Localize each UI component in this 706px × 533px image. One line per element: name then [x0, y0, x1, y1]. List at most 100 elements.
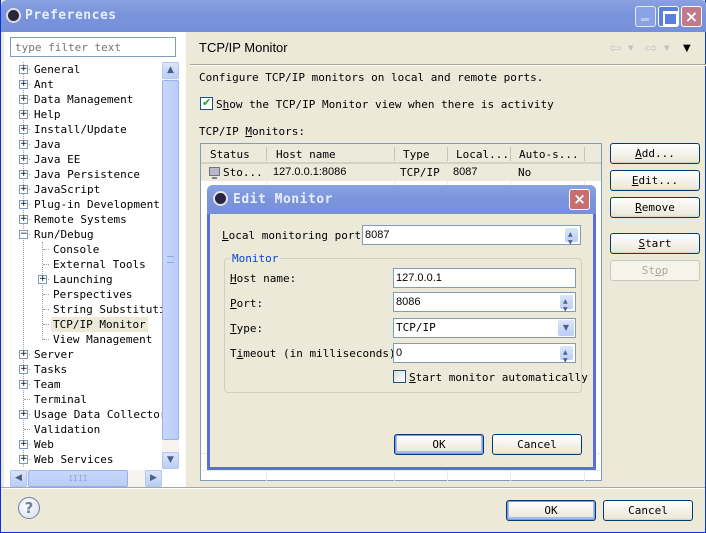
tree-item-web[interactable]: + Web	[4, 437, 162, 452]
tree-item-usage-data-collector[interactable]: + Usage Data Collector	[4, 407, 162, 422]
expand-icon[interactable]: +	[19, 365, 28, 374]
host-name-input[interactable]: 127.0.0.1	[393, 268, 576, 288]
tree-item-java-ee[interactable]: + Java EE	[4, 152, 162, 167]
chevron-down-icon[interactable]: ▼	[558, 320, 574, 336]
expand-icon[interactable]: +	[19, 140, 28, 149]
close-button[interactable]: ×	[681, 6, 702, 27]
tree-item-view-management[interactable]: View Management	[4, 332, 162, 347]
filter-input[interactable]	[10, 37, 176, 57]
tree-vertical-scrollbar[interactable]: ▲ ▼	[162, 62, 179, 469]
tree-item-external-tools[interactable]: External Tools	[4, 257, 162, 272]
add-button[interactable]: Add...	[610, 143, 700, 164]
dialog-ok-button[interactable]: OK	[394, 434, 484, 455]
expand-icon[interactable]: +	[19, 350, 28, 359]
cancel-button[interactable]: Cancel	[603, 500, 693, 521]
tree-item-terminal[interactable]: Terminal	[4, 392, 162, 407]
ok-button[interactable]: OK	[506, 500, 596, 521]
expand-icon[interactable]: +	[19, 65, 28, 74]
edit-button[interactable]: Edit...	[610, 170, 700, 191]
forward-arrow-icon[interactable]: ⇨	[645, 40, 658, 56]
show-view-checkbox[interactable]	[200, 96, 213, 110]
column-header-type[interactable]: Type	[403, 148, 430, 161]
stop-button[interactable]: Stop	[610, 260, 700, 281]
tree-item-install-update[interactable]: + Install/Update	[4, 122, 162, 137]
tree-item-launching[interactable]: + Launching	[4, 272, 162, 287]
expand-icon[interactable]: +	[19, 215, 28, 224]
expand-icon[interactable]: +	[19, 185, 28, 194]
view-menu-icon[interactable]: ▼	[683, 43, 691, 54]
local-port-spinner[interactable]: 8087	[362, 225, 581, 252]
tree-item-web-services[interactable]: + Web Services	[4, 452, 162, 467]
pane-sash[interactable]	[186, 32, 189, 487]
column-divider[interactable]	[394, 147, 395, 161]
column-header-host[interactable]: Host name	[276, 148, 336, 161]
tree-item-tasks[interactable]: + Tasks	[4, 362, 162, 377]
expand-icon[interactable]: +	[19, 380, 28, 389]
dialog-cancel-button[interactable]: Cancel	[492, 434, 582, 455]
auto-start-label[interactable]: Start monitor automatically	[409, 371, 588, 384]
dialog-close-button[interactable]: ×	[569, 189, 590, 210]
expand-icon[interactable]: +	[38, 275, 47, 284]
expand-icon[interactable]: +	[19, 440, 28, 449]
expand-icon[interactable]: +	[19, 155, 28, 164]
back-dropdown-icon[interactable]: ▼	[628, 44, 633, 52]
help-icon[interactable]: ?	[18, 497, 40, 519]
tree-item-server[interactable]: + Server	[4, 347, 162, 362]
tree-item-perspectives[interactable]: Perspectives	[4, 287, 162, 302]
column-divider[interactable]	[266, 147, 267, 161]
column-header-auto-start[interactable]: Auto-s...	[519, 148, 579, 161]
column-divider[interactable]	[447, 147, 448, 161]
tree-item-java[interactable]: + Java	[4, 137, 162, 152]
type-select[interactable]: TCP/IP ▼	[393, 318, 576, 338]
title-bar[interactable]: Preferences ×	[1, 0, 706, 32]
column-header-status[interactable]: Status	[210, 148, 250, 161]
scroll-down-button[interactable]: ▼	[162, 452, 179, 469]
remove-button[interactable]: Remove	[610, 197, 700, 218]
tree-item-team[interactable]: + Team	[4, 377, 162, 392]
scroll-left-button[interactable]: ◀	[10, 470, 27, 487]
show-view-label[interactable]: Show the TCP/IP Monitor view when there …	[216, 98, 554, 111]
tree-item-run-debug[interactable]: − Run/Debug	[4, 227, 162, 242]
forward-dropdown-icon[interactable]: ▼	[664, 44, 669, 52]
start-button[interactable]: Start	[610, 233, 700, 254]
expand-icon[interactable]: +	[19, 455, 28, 464]
tree-item-plug-in-development[interactable]: + Plug-in Development	[4, 197, 162, 212]
dialog-title-bar[interactable]: Edit Monitor ×	[207, 185, 596, 214]
column-divider[interactable]	[510, 147, 511, 161]
tree-item-string-substitutic[interactable]: String Substitutic	[4, 302, 162, 317]
back-arrow-icon[interactable]: ⇦	[609, 40, 622, 56]
expand-icon[interactable]: +	[19, 170, 28, 179]
tree-horizontal-scrollbar[interactable]: ◀ IIII ▶	[10, 470, 162, 487]
scroll-right-button[interactable]: ▶	[145, 470, 162, 487]
timeout-spinner[interactable]: 0	[393, 343, 576, 370]
tree-item-general[interactable]: + General	[4, 62, 162, 77]
tree-item-tcp-ip-monitor[interactable]: TCP/IP Monitor	[4, 317, 162, 332]
port-spinner[interactable]: 8086	[393, 292, 576, 319]
scroll-up-button[interactable]: ▲	[162, 62, 179, 79]
expand-icon[interactable]: +	[19, 95, 28, 104]
tree-item-data-management[interactable]: + Data Management	[4, 92, 162, 107]
hscroll-thumb[interactable]: IIII	[28, 470, 128, 487]
expand-icon[interactable]: +	[19, 110, 28, 119]
auto-start-checkbox[interactable]	[393, 370, 406, 383]
tree-item-validation[interactable]: Validation	[4, 422, 162, 437]
tree-item-remote-systems[interactable]: + Remote Systems	[4, 212, 162, 227]
column-header-local[interactable]: Local...	[456, 148, 509, 161]
expand-icon[interactable]: +	[19, 80, 28, 89]
scroll-thumb[interactable]	[162, 80, 179, 440]
collapse-icon[interactable]: −	[19, 230, 28, 239]
spinner-arrows-icon[interactable]	[565, 226, 578, 252]
table-row[interactable]: Sto... 127.0.0.1:8086 TCP/IP 8087 No	[201, 164, 601, 181]
expand-icon[interactable]: +	[19, 200, 28, 209]
tree-item-console[interactable]: Console	[4, 242, 162, 257]
column-divider[interactable]	[584, 147, 585, 161]
maximize-button[interactable]	[658, 6, 679, 27]
tree-item-java-persistence[interactable]: + Java Persistence	[4, 167, 162, 182]
expand-icon[interactable]: +	[19, 125, 28, 134]
spinner-arrows-icon[interactable]	[560, 293, 573, 319]
tree-item-ant[interactable]: + Ant	[4, 77, 162, 92]
spinner-arrows-icon[interactable]	[560, 344, 573, 370]
minimize-button[interactable]	[635, 6, 656, 27]
expand-icon[interactable]: +	[19, 410, 28, 419]
tree-item-help[interactable]: + Help	[4, 107, 162, 122]
